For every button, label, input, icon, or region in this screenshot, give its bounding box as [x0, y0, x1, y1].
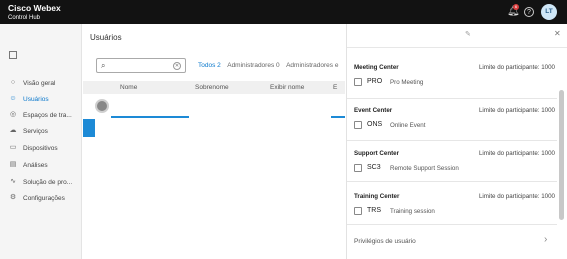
service-checkbox[interactable]	[354, 121, 362, 129]
sidebar-item-services[interactable]: ☁ Serviços	[9, 126, 48, 136]
user-icon: ☺	[9, 95, 17, 102]
participant-limit: Limite do participante: 1000	[478, 107, 555, 114]
org-icon	[9, 51, 17, 59]
panel-scrollbar[interactable]	[559, 90, 564, 220]
column-header-email[interactable]: E	[333, 84, 337, 91]
brand-logo[interactable]: Cisco Webex Control Hub	[8, 4, 61, 21]
user-detail-panel: ✎ ✕ Meeting Center Limite do participant…	[346, 24, 567, 259]
sidebar-item-troubleshooting[interactable]: ∿ Solução de pro...	[9, 177, 72, 187]
sidebar-item-analytics[interactable]: ▤ Análises	[9, 160, 48, 170]
row-highlight-line	[111, 116, 189, 118]
user-privileges-link[interactable]: Privilégios de usuário	[354, 238, 416, 245]
section-title: Event Center	[354, 107, 393, 114]
analytics-icon: ▤	[9, 161, 17, 168]
top-bar: Cisco Webex Control Hub 🔔︎ 6 ? LT	[0, 0, 567, 24]
close-icon[interactable]: ✕	[554, 29, 561, 38]
main-content: Usuários ⌕ ✕ Todos 2 Administradores 0 A…	[83, 24, 345, 259]
panel-header: ✎ ✕	[347, 24, 567, 48]
service-name: Remote Support Session	[390, 165, 459, 172]
section-title: Training Center	[354, 193, 400, 200]
brand-name: Cisco Webex	[8, 3, 61, 13]
sidebar-item-label: Dispositivos	[23, 144, 58, 152]
filter-admins[interactable]: Administradores 0	[227, 62, 279, 69]
service-code: PRO	[367, 78, 383, 85]
table-header: Nome Sobrenome Exibir nome E	[83, 81, 345, 94]
column-header-display-name[interactable]: Exibir nome	[270, 84, 304, 91]
page-title: Usuários	[90, 33, 122, 42]
sidebar-item-label: Usuários	[23, 95, 49, 103]
column-header-name[interactable]: Nome	[120, 84, 137, 91]
device-icon: ▭	[9, 144, 17, 151]
filter-admins-extra[interactable]: Administradores e	[286, 62, 338, 69]
service-name: Online Event	[390, 122, 426, 129]
service-checkbox[interactable]	[354, 78, 362, 86]
service-name: Pro Meeting	[390, 79, 424, 86]
service-checkbox[interactable]	[354, 164, 362, 172]
cloud-icon: ☁	[9, 127, 17, 134]
chevron-right-icon[interactable]: ›	[544, 234, 547, 245]
service-code: ONS	[367, 121, 383, 128]
sidebar-item-settings[interactable]: ⚙ Configurações	[9, 193, 65, 203]
notification-badge: 6	[513, 4, 519, 10]
avatar[interactable]: LT	[541, 4, 557, 20]
participant-limit: Limite do participante: 1000	[478, 150, 555, 157]
divider	[347, 224, 557, 225]
search-input[interactable]: ⌕ ✕	[96, 58, 186, 73]
user-avatar	[95, 99, 109, 113]
selection-marker	[83, 119, 95, 137]
divider	[347, 181, 557, 182]
row-highlight-line	[331, 116, 345, 118]
sidebar-item-devices[interactable]: ▭ Dispositivos	[9, 143, 58, 153]
section-title: Meeting Center	[354, 64, 399, 71]
filter-all[interactable]: Todos 2	[198, 62, 221, 69]
search-icon: ⌕	[101, 61, 106, 70]
help-icon[interactable]: ?	[524, 7, 534, 17]
edit-icon[interactable]: ✎	[465, 30, 471, 38]
participant-limit: Limite do participante: 1000	[478, 64, 555, 71]
column-header-surname[interactable]: Sobrenome	[195, 84, 229, 91]
troubleshoot-icon: ∿	[10, 178, 16, 185]
sidebar-item-label: Solução de pro...	[23, 178, 73, 186]
service-code: SC3	[367, 164, 381, 171]
section-title: Support Center	[354, 150, 400, 157]
location-icon: ◎	[9, 111, 17, 118]
sidebar-item-label: Configurações	[23, 194, 65, 202]
service-checkbox[interactable]	[354, 207, 362, 215]
brand-subtitle: Control Hub	[8, 14, 41, 21]
participant-limit: Limite do participante: 1000	[478, 193, 555, 200]
service-code: TRS	[367, 207, 381, 214]
sidebar-item-workspaces[interactable]: ◎ Espaços de tra...	[9, 110, 72, 120]
sidebar-item-label: Serviços	[23, 127, 48, 135]
divider	[347, 98, 557, 99]
user-filters: Todos 2 Administradores 0 Administradore…	[198, 62, 343, 69]
sidebar-item-overview[interactable]: ○ Visão geral	[9, 78, 56, 88]
sidebar-item-label: Espaços de tra...	[23, 111, 72, 119]
divider	[347, 140, 557, 141]
gear-icon: ⚙	[9, 194, 17, 201]
sidebar-item-users[interactable]: ☺ Usuários	[9, 94, 49, 104]
clear-icon[interactable]: ✕	[173, 62, 181, 70]
sidebar-item-label: Visão geral	[23, 79, 56, 87]
overview-icon: ○	[10, 79, 16, 86]
sidebar	[0, 24, 82, 259]
sidebar-item-label: Análises	[23, 161, 48, 169]
service-name: Training session	[390, 208, 435, 215]
